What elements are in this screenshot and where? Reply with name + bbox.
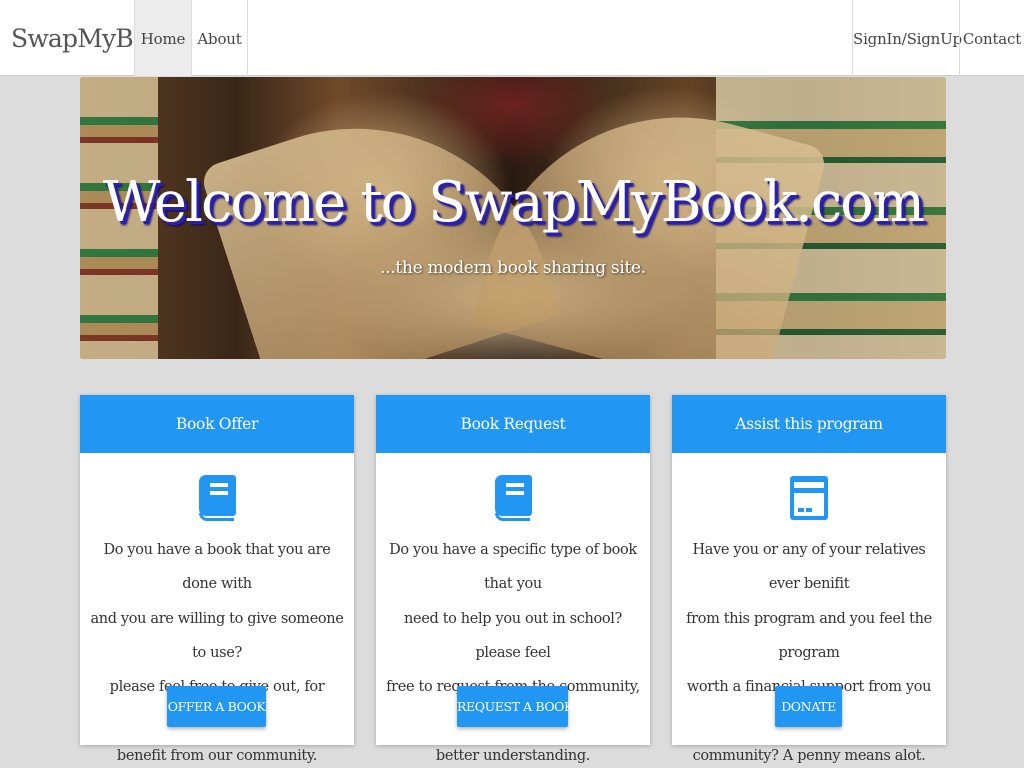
card-header: Book Offer (80, 395, 354, 453)
hero-title: Welcome to SwapMyBook.com (102, 170, 925, 235)
card-description: Do you have a specific type of book that… (384, 533, 642, 768)
hero-subtitle: ...the modern book sharing site. (380, 258, 646, 278)
card-description: Have you or any of your relatives ever b… (680, 533, 938, 768)
card-line: Do you have a book that you are done wit… (103, 542, 331, 593)
card-header: Assist this program (672, 395, 946, 453)
book-icon (199, 475, 236, 521)
hero-banner: Welcome to SwapMyBook.com ...the modern … (80, 77, 946, 359)
nav-home[interactable]: Home (134, 0, 191, 76)
card-line: benefit from our community. (116, 747, 318, 764)
card-description: Do you have a book that you are done wit… (88, 533, 346, 768)
card-book-request: Book Request Do you have a specific type… (376, 395, 650, 764)
card-line: need to help you out in school? please f… (404, 610, 622, 661)
card-line: Do you have a specific type of book that… (389, 542, 637, 593)
book-icon (495, 475, 532, 521)
card-assist-program: Assist this program Have you or any of y… (672, 395, 946, 764)
card-line: community? A penny means alot. (692, 747, 926, 764)
card-line: from this program and you feel the progr… (686, 610, 932, 661)
card-header: Book Request (376, 395, 650, 453)
donate-button[interactable]: DONATE (775, 686, 842, 727)
card-book-offer: Book Offer Do you have a book that you a… (80, 395, 354, 764)
nav-about[interactable]: About (191, 0, 248, 76)
payment-card-icon (790, 476, 828, 520)
nav-contact[interactable]: Contact (959, 0, 1024, 76)
request-book-button[interactable]: REQUEST A BOOK (457, 686, 573, 727)
offer-book-button[interactable]: OFFER A BOOK (167, 686, 266, 727)
nav-signin-signup[interactable]: SignIn/SignUp (852, 0, 962, 76)
card-line: Have you or any of your relatives ever b… (692, 542, 926, 593)
navbar: SwapMyBook Home About SignIn/SignUp Cont… (0, 0, 1024, 76)
card-line: better understanding. (435, 747, 591, 764)
card-line: and you are willing to give someone to u… (90, 610, 344, 661)
